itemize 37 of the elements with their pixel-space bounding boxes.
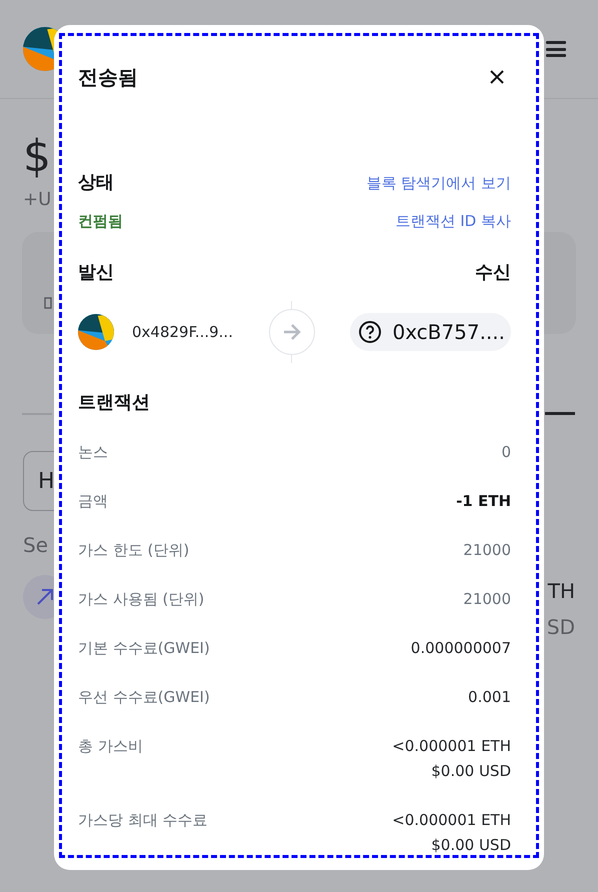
detail-label: 논스 (78, 442, 108, 463)
detail-value: 0.000000007 (410, 638, 511, 659)
detail-value: -1 ETH (456, 491, 511, 512)
to-label: 수신 (475, 261, 511, 285)
transaction-heading: 트랜잭션 (78, 391, 150, 415)
detail-label: 총 가스비 (78, 736, 143, 757)
menu-icon[interactable] (546, 41, 566, 57)
detail-value: $0.00 USD (431, 835, 511, 855)
balance-amount: $ (23, 130, 51, 184)
token-amount: TH (548, 578, 575, 605)
from-label: 발신 (78, 261, 114, 285)
detail-value: 21000 (463, 589, 511, 610)
question-icon (358, 320, 382, 344)
detail-value: <0.000001 ETH (392, 810, 511, 831)
card-icon (44, 297, 52, 309)
detail-label: 기본 수수료(GWEI) (78, 638, 210, 659)
detail-value: $0.00 USD (431, 761, 511, 782)
detail-label: 금액 (78, 491, 108, 512)
dialog-title: 전송됨 (78, 64, 138, 90)
detail-value: 0.001 (468, 687, 511, 708)
detail-value: 0 (501, 442, 511, 463)
sender-address: 0x4829F...9... (132, 323, 233, 341)
copy-id-link[interactable]: 트랜잭션 ID 복사 (395, 209, 511, 233)
detail-label: 우선 수수료(GWEI) (78, 687, 210, 708)
detail-label: 가스 한도 (단위) (78, 540, 190, 561)
sender-avatar-icon (78, 314, 114, 350)
section-label: Se (23, 533, 48, 557)
detail-label: 가스 사용됨 (단위) (78, 589, 204, 610)
recipient-address[interactable]: 0xcB757.... (350, 313, 511, 351)
status-label: 상태 (78, 171, 114, 195)
explorer-link[interactable]: 블록 탐색기에서 보기 (366, 171, 511, 195)
balance-change: +U (23, 189, 52, 210)
status-value: 컨펌됨 (78, 211, 123, 232)
detail-value: <0.000001 ETH (392, 736, 511, 757)
detail-value: 21000 (463, 540, 511, 561)
detail-label: 가스당 최대 수수료 (78, 810, 208, 831)
token-fiat-value: SD (546, 614, 575, 641)
